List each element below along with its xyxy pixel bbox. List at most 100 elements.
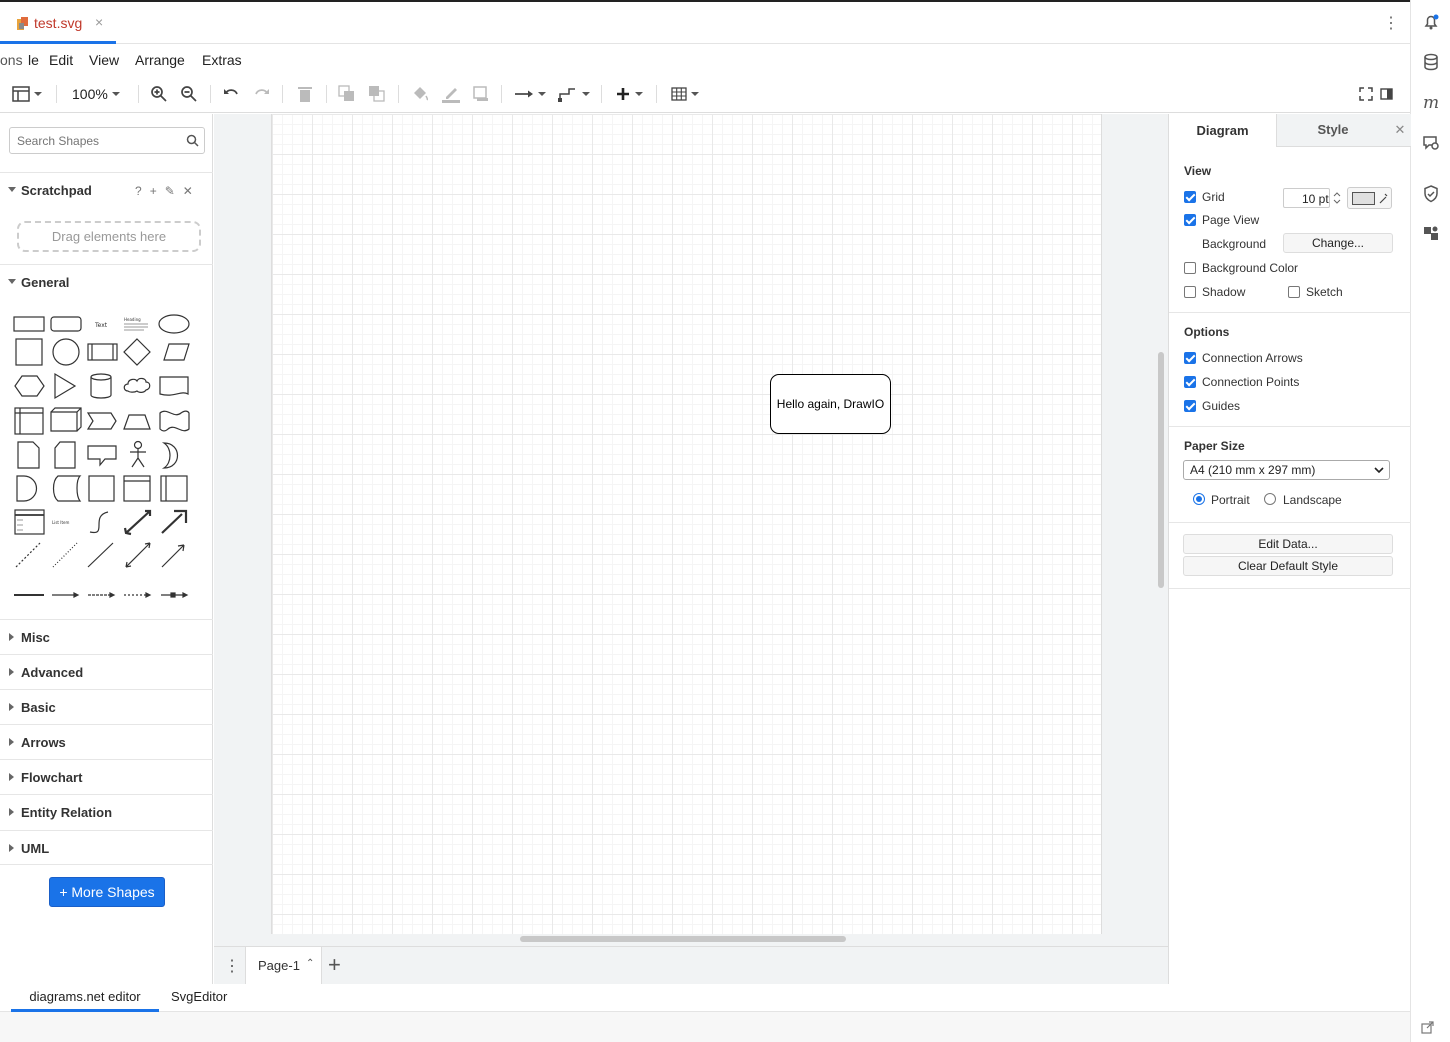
diagram-node[interactable]: Hello again, DrawIO	[770, 374, 891, 434]
shadow-checkbox[interactable]	[1184, 286, 1196, 298]
diagram-page[interactable]: Hello again, DrawIO	[271, 114, 1102, 934]
shape-dashed-line[interactable]	[15, 542, 41, 568]
menu-arrange[interactable]: Arrange	[135, 52, 185, 68]
section-basic[interactable]: Basic	[0, 689, 213, 724]
shape-tape[interactable]	[159, 410, 190, 432]
background-color-checkbox[interactable]	[1184, 262, 1196, 274]
tab-svg-editor[interactable]: SvgEditor	[171, 984, 227, 1012]
close-icon[interactable]: ✕	[1389, 114, 1411, 147]
diagram-canvas[interactable]: Hello again, DrawIO	[214, 114, 1168, 946]
chevron-up-icon[interactable]: ⌃	[306, 958, 314, 969]
markdown-m-icon[interactable]: m	[1421, 92, 1441, 112]
shape-ellipse[interactable]	[158, 314, 190, 334]
shape-actor[interactable]	[130, 440, 146, 468]
search-icon[interactable]	[186, 134, 199, 147]
tab-style[interactable]: Style	[1276, 114, 1389, 147]
shape-connector-block[interactable]	[161, 592, 189, 598]
delete-icon[interactable]	[297, 84, 313, 104]
shape-swimlane[interactable]	[123, 475, 151, 502]
database-icon[interactable]	[1421, 52, 1441, 72]
add-icon[interactable]: +	[150, 184, 157, 198]
sketch-checkbox[interactable]	[1288, 286, 1300, 298]
menu-file[interactable]: le	[28, 52, 39, 68]
shape-process[interactable]	[87, 343, 118, 361]
line-color-icon[interactable]	[441, 84, 461, 104]
close-icon[interactable]: ✕	[183, 184, 193, 198]
shape-vertical-swimlane[interactable]	[160, 475, 188, 502]
notification-bell-icon[interactable]	[1421, 12, 1441, 32]
shape-dotted-line[interactable]	[52, 542, 78, 568]
help-icon[interactable]: ?	[135, 184, 142, 198]
shape-rectangle[interactable]	[13, 316, 45, 332]
shape-curve[interactable]	[89, 511, 109, 534]
chat-search-icon[interactable]	[1421, 133, 1441, 153]
shape-bidirectional-arrow[interactable]	[123, 509, 152, 536]
page-view-checkbox[interactable]	[1184, 214, 1196, 226]
panel-layout-button[interactable]	[12, 84, 42, 104]
zoom-in-icon[interactable]	[150, 84, 168, 104]
change-background-button[interactable]: Change...	[1283, 233, 1393, 253]
zoom-out-icon[interactable]	[180, 84, 198, 104]
shape-parallelogram[interactable]	[163, 343, 190, 361]
clear-default-style-button[interactable]: Clear Default Style	[1183, 556, 1393, 576]
section-misc[interactable]: Misc	[0, 619, 213, 654]
undo-icon[interactable]	[222, 84, 240, 104]
connection-arrows-checkbox[interactable]	[1184, 352, 1196, 364]
tab-diagram[interactable]: Diagram	[1169, 114, 1276, 147]
shape-callout[interactable]	[87, 445, 117, 467]
connection-points-checkbox[interactable]	[1184, 376, 1196, 388]
shape-note[interactable]	[17, 441, 40, 469]
shape-textbox[interactable]: Heading	[124, 317, 148, 331]
section-advanced[interactable]: Advanced	[0, 654, 213, 689]
fullscreen-icon[interactable]	[1358, 84, 1374, 104]
edit-icon[interactable]: ✎	[165, 184, 175, 198]
shape-text[interactable]: Text	[94, 322, 108, 329]
shape-list[interactable]	[14, 509, 45, 535]
menu-view[interactable]: View	[89, 52, 119, 68]
puzzle-icon[interactable]	[1421, 223, 1441, 243]
pages-menu-icon[interactable]: ⋮	[224, 956, 240, 976]
shape-line[interactable]	[87, 542, 114, 568]
section-arrows[interactable]: Arrows	[0, 724, 213, 759]
waypoint-style-button[interactable]	[558, 84, 590, 104]
shape-cube[interactable]	[50, 407, 82, 432]
shape-trapezoid[interactable]	[123, 414, 151, 430]
shape-square[interactable]	[15, 338, 43, 366]
insert-button[interactable]	[615, 84, 643, 104]
shape-arrow[interactable]	[161, 509, 188, 534]
grid-checkbox[interactable]	[1184, 191, 1196, 203]
grid-color-button[interactable]	[1347, 187, 1392, 209]
to-back-icon[interactable]	[368, 84, 386, 104]
shape-connector-dotted[interactable]	[124, 592, 152, 598]
to-front-icon[interactable]	[338, 84, 356, 104]
portrait-radio[interactable]	[1193, 493, 1205, 505]
scratchpad-dropzone[interactable]: Drag elements here	[17, 221, 201, 252]
shape-directional-connector[interactable]	[161, 544, 185, 568]
search-shapes-input[interactable]	[9, 127, 205, 154]
more-shapes-button[interactable]: + More Shapes	[49, 877, 165, 907]
shape-container[interactable]	[88, 475, 115, 502]
shape-document[interactable]	[159, 376, 189, 396]
shape-rounded-rectangle[interactable]	[50, 316, 82, 332]
shield-check-icon[interactable]	[1421, 184, 1441, 204]
tab-diagrams-editor[interactable]: diagrams.net editor	[11, 984, 159, 1012]
spinner-icon[interactable]	[1332, 190, 1342, 206]
shape-connector-dashed[interactable]	[88, 592, 116, 598]
vertical-scrollbar[interactable]	[1158, 352, 1164, 588]
paper-size-select[interactable]: A4 (210 mm x 297 mm)	[1183, 460, 1390, 480]
shape-circle[interactable]	[52, 338, 80, 366]
shape-step[interactable]	[86, 412, 117, 430]
section-flowchart[interactable]: Flowchart	[0, 759, 213, 794]
shape-bidirectional-connector[interactable]	[125, 542, 151, 568]
connection-style-button[interactable]	[514, 84, 546, 104]
section-uml[interactable]: UML	[0, 830, 213, 865]
edit-data-button[interactable]: Edit Data...	[1183, 534, 1393, 554]
shape-or[interactable]	[161, 442, 179, 469]
shape-cylinder[interactable]	[90, 373, 112, 399]
popout-icon[interactable]	[1421, 1020, 1435, 1034]
horizontal-scrollbar[interactable]	[520, 936, 846, 942]
page-tab[interactable]: Page-1 ⌃	[245, 947, 322, 984]
shape-triangle[interactable]	[54, 372, 77, 400]
redo-icon[interactable]	[253, 84, 271, 104]
section-entity-relation[interactable]: Entity Relation	[0, 794, 213, 829]
